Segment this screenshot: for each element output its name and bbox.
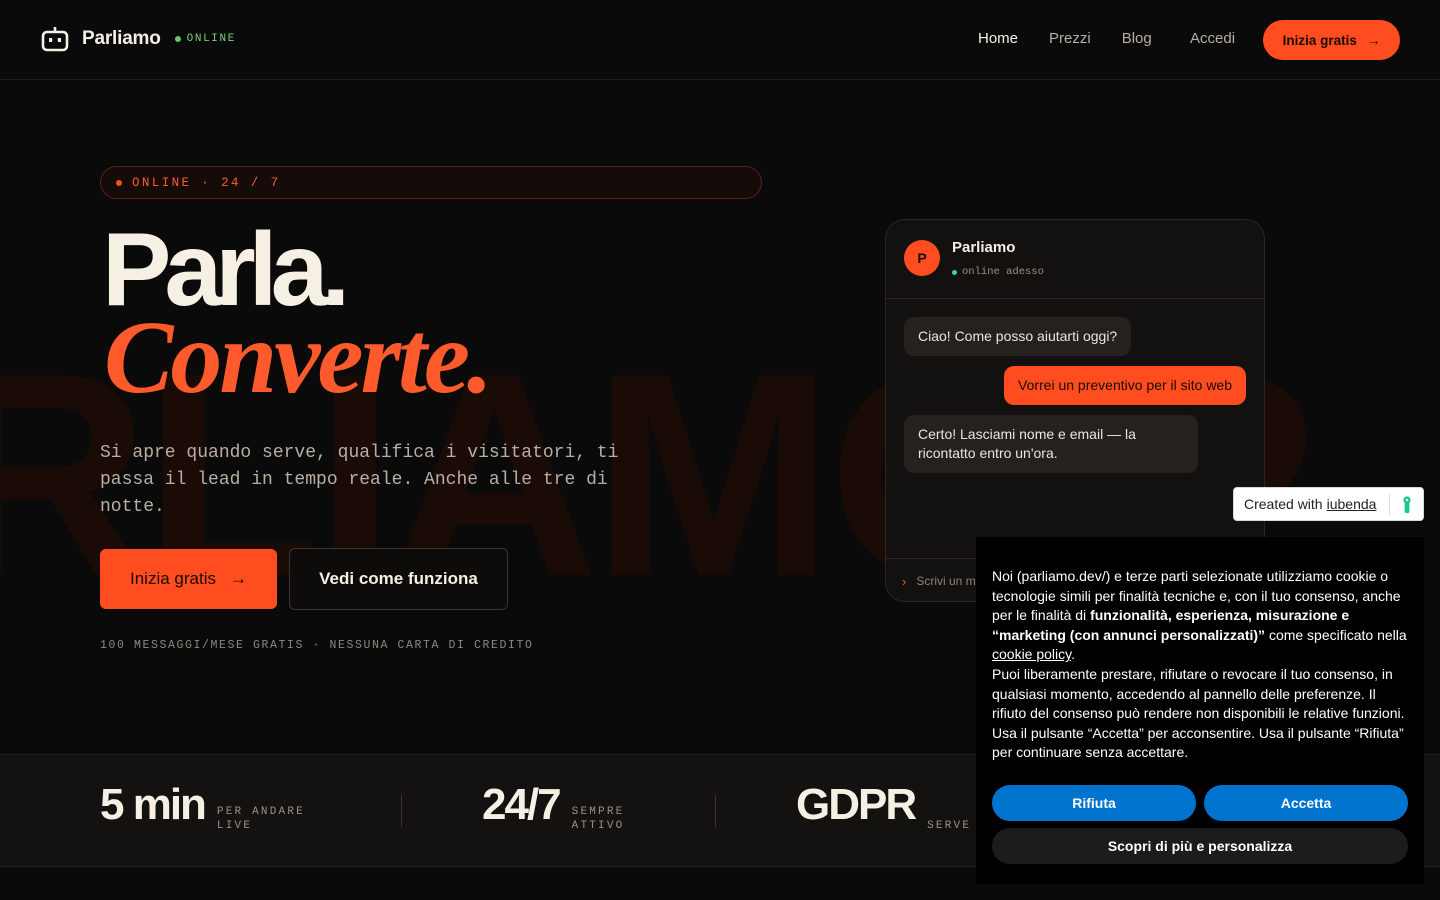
iubenda-badge[interactable]: Created with iubenda [1233, 487, 1424, 521]
chat-agent-name: Parliamo [952, 239, 1016, 256]
iubenda-badge-text: Created with [1244, 496, 1323, 512]
iubenda-link[interactable]: iubenda [1327, 496, 1377, 512]
stat-value: 24/7 [482, 780, 562, 829]
avatar: P [904, 240, 940, 276]
status-dot-icon [952, 269, 957, 275]
hero-description: Si apre quando serve, qualifica i visita… [100, 443, 619, 517]
top-nav: Parliamo ONLINE Home Prezzi Blog Accedi … [0, 0, 1440, 80]
chat-header: P Parliamo online adesso [886, 220, 1264, 299]
nav-link-home[interactable]: Home [978, 30, 1018, 47]
divider [1389, 494, 1390, 516]
chat-status: online adesso [952, 266, 1044, 278]
stat-item: 24/7 SEMPRE ATTIVO [482, 780, 672, 833]
nav-link-prezzi[interactable]: Prezzi [1049, 30, 1091, 47]
login-link[interactable]: Accedi [1190, 30, 1235, 47]
availability-pill: ONLINE · 24 / 7 [100, 166, 762, 199]
hero-title-line2: Converte. [104, 300, 493, 415]
nav-signup-label: Inizia gratis [1282, 32, 1357, 48]
logo[interactable]: Parliamo ONLINE [40, 24, 236, 54]
pill-dot-icon [116, 179, 122, 186]
chat-message-user: Vorrei un preventivo per il sito web [1004, 366, 1246, 405]
robot-icon [41, 27, 69, 52]
brand-name: Parliamo [82, 28, 161, 49]
nav-signup-button[interactable]: Inizia gratis → [1263, 20, 1400, 60]
stat-value: 5 min [100, 780, 207, 829]
online-status-label: ONLINE [186, 33, 236, 45]
arrow-right-icon: → [229, 569, 247, 588]
stat-value: GDPR [796, 780, 917, 829]
nav-links: Home Prezzi Blog [978, 30, 1183, 47]
hero-fineprint: 100 MESSAGGI/MESE GRATIS · NESSUNA CARTA… [100, 639, 534, 652]
how-it-works-button[interactable]: Vedi come funziona [289, 548, 508, 610]
cookie-accept-button[interactable]: Accetta [1204, 785, 1408, 821]
cookie-after-bold: come specificato nella [1268, 626, 1407, 643]
chat-status-label: online adesso [962, 266, 1044, 278]
cookie-reject-button[interactable]: Rifiuta [992, 785, 1196, 821]
start-free-label: Inizia gratis [130, 569, 216, 588]
stat-divider [401, 795, 402, 827]
chat-input-placeholder: Scrivi un m [916, 574, 976, 588]
cookie-customize-button[interactable]: Scopri di più e personalizza [992, 828, 1408, 864]
arrow-right-icon: → [1366, 32, 1381, 48]
start-free-button[interactable]: Inizia gratis → [100, 549, 277, 609]
online-status: ONLINE [174, 33, 236, 45]
chevron-right-icon: › [902, 573, 907, 589]
cookie-text: Noi (parliamo.dev/) e terze parti selezi… [992, 567, 1408, 763]
cookie-policy-link[interactable]: cookie policy [992, 646, 1071, 662]
stat-label: SEMPRE ATTIVO [571, 806, 625, 832]
chat-message-bot: Certo! Lasciami nome e email — la ricont… [904, 415, 1198, 473]
stat-label: PER ANDARE LIVE [216, 806, 305, 832]
cookie-body: Puoi liberamente prestare, rifiutare o r… [992, 665, 1405, 761]
availability-pill-label: ONLINE · 24 / 7 [132, 175, 281, 190]
nav-link-blog[interactable]: Blog [1122, 30, 1152, 47]
status-dot-icon [174, 36, 181, 42]
chat-message-bot: Ciao! Come posso aiutarti oggi? [904, 317, 1132, 356]
stat-divider [715, 795, 716, 827]
cookie-period: . [1071, 646, 1076, 663]
iubenda-logo-icon [1403, 496, 1411, 513]
stat-item: 5 min PER ANDARE LIVE [100, 780, 317, 833]
cookie-consent-banner: Noi (parliamo.dev/) e terze parti selezi… [976, 537, 1424, 884]
